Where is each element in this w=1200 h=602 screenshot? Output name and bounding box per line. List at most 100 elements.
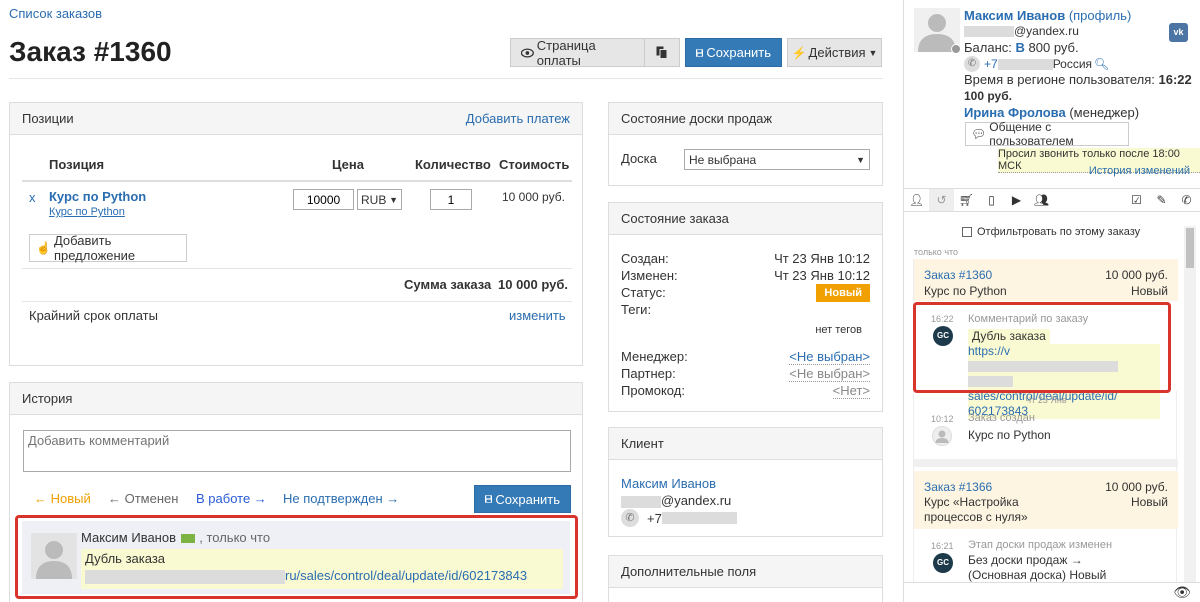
history-save-label: Сохранить (495, 491, 560, 507)
positions-header: Позиции Добавить платеж (10, 103, 582, 135)
feed-card-order-1366[interactable]: Заказ #1366 10 000 руб. Курс «Настройка … (914, 471, 1178, 529)
eye-icon[interactable]: 👁︎ (1173, 584, 1191, 601)
manager-line: Ирина Фролова (менеджер) (964, 105, 1139, 120)
filter-label: Отфильтровать по этому заказу (977, 226, 1141, 238)
search-icon[interactable]: 🔍︎ (1094, 57, 1109, 71)
save-button[interactable]: Сохранить (685, 38, 782, 67)
feed-scrollbar[interactable] (1184, 226, 1196, 582)
user-profile-link[interactable]: (профиль) (1069, 8, 1131, 23)
stage-text: Без доски продаж → (Основная доска) Новы… (968, 553, 1107, 582)
table-header-line (22, 180, 572, 182)
filter-checkbox[interactable] (962, 227, 972, 237)
video-tab-icon[interactable]: ▶ (1004, 193, 1029, 207)
bolt-icon: ⚡ (791, 45, 807, 60)
checkbox-tab-icon[interactable]: ☑ (1124, 193, 1149, 207)
client-name-link[interactable]: Максим Иванов (621, 476, 716, 491)
currency-select[interactable]: RUB ▼ (357, 189, 402, 210)
positions-title: Позиции (22, 111, 74, 126)
add-payment-link[interactable]: Добавить платеж (466, 111, 570, 126)
deadline-change-link[interactable]: изменить (509, 308, 566, 323)
board-value: Не выбрана (689, 152, 757, 167)
hand-pointer-icon: ☝ (36, 241, 51, 255)
cart-tab-icon[interactable]: 🛒︎ (954, 193, 979, 207)
status-unconfirmed-link[interactable]: Не подтвержден → (283, 491, 399, 506)
copy-button[interactable] (645, 38, 680, 67)
client-header: Клиент (609, 428, 882, 460)
manager-link[interactable]: Ирина Фролова (964, 105, 1066, 120)
status-badge: Новый (816, 284, 870, 302)
add-offer-button[interactable]: ☝ Добавить предложение (29, 233, 187, 263)
card1-status: Новый (1130, 284, 1168, 298)
card2-order-link[interactable]: Заказ #1366 (924, 480, 992, 494)
card1-order-link[interactable]: Заказ #1360 (924, 268, 992, 282)
col-qty: Количество (415, 157, 491, 172)
floppy-icon (696, 48, 704, 57)
copy-icon (656, 46, 668, 59)
breadcrumb-orders-link[interactable]: Список заказов (9, 6, 102, 21)
item-cost: 10 000 руб. (502, 190, 565, 204)
status-in-work-link[interactable]: В работе → (196, 491, 267, 506)
vk-icon[interactable]: vk (1169, 23, 1188, 42)
created-value: Чт 23 Янв 10:12 (774, 251, 870, 266)
promo-label: Промокод: (621, 383, 685, 398)
phone-tab-icon[interactable]: ✆ (1174, 193, 1199, 207)
order-state-panel: Состояние заказа Создан: Чт 23 Янв 10:12… (608, 202, 883, 412)
order-state-title: Состояние заказа (621, 211, 729, 226)
sum-value: 10 000 руб. (498, 277, 569, 292)
status-new-link[interactable]: ← Новый (34, 491, 91, 506)
phone-icon: ✆ (621, 509, 639, 527)
history-save-button[interactable]: Сохранить (474, 485, 571, 513)
client-phone: ✆ +7 (621, 509, 737, 527)
user-email-tail: @yandex.ru (1014, 24, 1079, 38)
payment-page-button[interactable]: Страница оплаты (510, 37, 645, 68)
price-input[interactable] (293, 189, 354, 210)
gc-logo-icon: GC (933, 553, 953, 573)
user-avatar-icon (932, 426, 952, 446)
actions-dropdown[interactable]: ⚡ Действия ▼ (787, 38, 882, 67)
partner-select-link[interactable]: <Не выбран> (789, 366, 870, 382)
user-name-link[interactable]: Максим Иванов (964, 8, 1065, 23)
pencil-tab-icon[interactable]: ✎ (1149, 193, 1174, 207)
status-cancelled-link[interactable]: ← Отменен (108, 491, 178, 506)
tags-value: нет тегов (815, 324, 862, 336)
client-panel: Клиент Максим Иванов @yandex.ru ✆ +7 (608, 427, 883, 537)
positions-panel: Позиции Добавить платеж Позиция Цена Кол… (9, 102, 583, 366)
tablet-tab-icon[interactable]: ▯ (979, 193, 1004, 207)
feed-card-order-1360[interactable]: Заказ #1360 10 000 руб. Курс по Python Н… (914, 259, 1178, 301)
board-select[interactable]: Не выбрана ▼ (684, 149, 870, 170)
offline-status-dot (951, 44, 961, 54)
user-country: Россия (1052, 57, 1093, 71)
sales-board-panel: Состояние доски продаж Доска Не выбрана … (608, 102, 883, 186)
user-tab-icon[interactable]: 👤︎ (904, 193, 929, 207)
highlight-frame (15, 515, 578, 599)
remove-item-button[interactable]: x (29, 190, 36, 205)
chat-icon: 💬︎ (971, 127, 987, 141)
card2-status: Новый (1130, 495, 1168, 509)
chevron-down-icon: ▼ (856, 154, 865, 165)
item-name-link[interactable]: Курс по Python (49, 189, 146, 204)
chevron-down-icon: ▼ (389, 194, 398, 205)
balance-value: 800 руб. (1028, 40, 1079, 55)
user-sidebar: Максим Иванов (профиль) @yandex.ru Балан… (903, 0, 1200, 602)
time-value: 16:22 (1158, 72, 1192, 87)
user-email: @yandex.ru (964, 24, 1079, 38)
extra-fields-header: Дополнительные поля (609, 556, 882, 588)
comment-textarea[interactable] (23, 430, 571, 472)
promo-select-link[interactable]: <Нет> (832, 383, 870, 399)
item-sub-link[interactable]: Курс по Python (49, 206, 125, 218)
history-changes-link[interactable]: История изменений (1089, 165, 1190, 177)
feed-stage-changed: 16:21 GC Этап доски продаж изменен Без д… (914, 529, 1178, 589)
group-tab-icon[interactable]: 👥︎ (1029, 193, 1054, 207)
scrollbar-thumb[interactable] (1186, 228, 1194, 268)
time-label: Время в регионе пользователя: (964, 72, 1155, 87)
chat-button-label: Общение с пользователем (989, 120, 1074, 148)
manager-select-link[interactable]: <Не выбран> (789, 349, 870, 365)
payment-page-label: Страница оплаты (536, 37, 596, 68)
chat-with-user-button[interactable]: 💬︎ Общение с пользователем (965, 120, 1129, 148)
qty-input[interactable] (430, 189, 472, 210)
stage-time: 16:21 (931, 541, 954, 551)
toolbar: Страница оплаты Сохранить ⚡ Действия ▼ (510, 37, 882, 68)
feed-gap (914, 459, 1178, 467)
history-tab-icon[interactable]: ↺ (929, 189, 954, 211)
stage-title: Этап доски продаж изменен (968, 539, 1113, 551)
